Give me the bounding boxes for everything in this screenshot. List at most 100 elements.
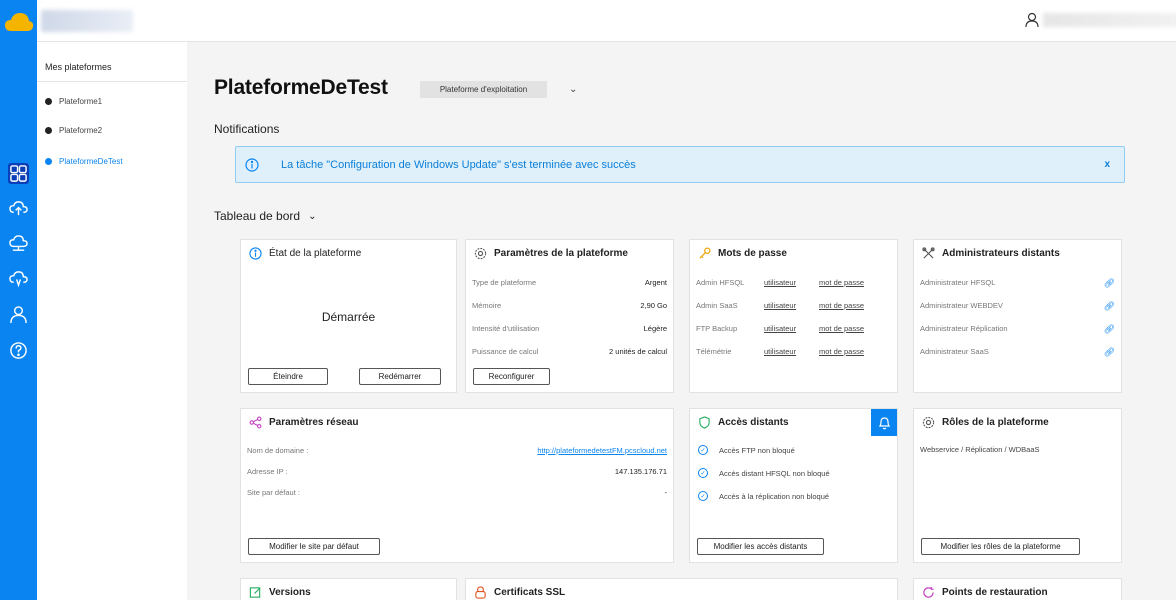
ip-value: 147.135.176.71 [614,467,667,476]
roles-card: Rôles de la plateforme Webservice / Répl… [913,408,1122,563]
network-row: Nom de domaine : http://plateformedetestF… [247,446,667,455]
edit-roles-button[interactable]: Modifier les rôles de la plateforme [921,538,1080,555]
user-link[interactable]: utilisateur [764,347,819,356]
ssl-card: Certificats SSL [465,578,898,600]
password-link[interactable]: mot de passe [819,324,864,333]
dashboard-icon[interactable] [8,163,29,184]
link-icon[interactable]: 🔗︎ [1104,301,1115,312]
sidebar-title: Mes plateformes [45,62,112,72]
admin-label: Administrateur Réplication [920,324,1008,333]
cloud-sync-icon[interactable] [8,268,29,289]
network-label: Site par défaut : [247,488,300,497]
link-icon[interactable]: 🔗︎ [1104,347,1115,358]
card-header: Paramètres réseau [249,416,359,429]
app-rail [0,0,37,600]
cloud-logo-icon[interactable] [4,11,34,33]
page-title: PlateformeDeTest [214,76,388,99]
user-link[interactable]: utilisateur [764,278,819,287]
versions-card: Versions [240,578,457,600]
restart-button[interactable]: Redémarrer [359,368,441,385]
divider [37,81,187,82]
card-header: Accès distants [698,416,789,429]
help-icon[interactable] [8,340,29,361]
network-label: Adresse IP : [247,467,288,476]
admin-row: Administrateur HFSQL 🔗︎ [920,278,1115,289]
card-title: Certificats SSL [494,587,566,598]
param-row: Intensité d'utilisation Légère [472,324,667,333]
passwords-card: Mots de passe Admin HFSQL utilisateur mot … [689,239,898,393]
access-item: ✓ Accès distant HFSQL non bloqué [698,468,830,478]
sidebar-item-label: PlateformeDeTest [59,157,123,166]
card-header: Paramètres de la plateforme [474,247,628,260]
password-label: Admin SaaS [696,301,738,310]
access-label: Accès distant HFSQL non bloqué [719,468,830,478]
card-title: État de la plateforme [269,248,362,259]
gear-icon [922,416,935,429]
edit-remote-access-button[interactable]: Modifier les accès distants [697,538,824,555]
sidebar-item-plateformedetest[interactable]: PlateformeDeTest [45,157,123,166]
param-label: Intensité d'utilisation [472,324,540,333]
domain-link[interactable]: http://plateformedetestFM.pcscloud.net [537,446,667,455]
roles-text: Webservice / Réplication / WDBaaS [920,445,1040,454]
password-link[interactable]: mot de passe [819,301,864,310]
globe-icon [45,158,52,165]
user-link[interactable]: utilisateur [764,301,819,310]
password-row: FTP Backup utilisateur mot de passe [696,324,891,333]
password-row: Admin SaaS utilisateur mot de passe [696,301,891,310]
param-row: Type de plateforme Argent [472,278,667,287]
user-icon[interactable] [8,304,29,325]
link-icon[interactable]: 🔗︎ [1104,324,1115,335]
admin-label: Administrateur SaaS [920,347,989,356]
remote-admins-card: Administrateurs distants Administrateur … [913,239,1122,393]
notification-message: La tâche "Configuration de Windows Updat… [281,159,636,171]
param-value: 2,90 Go [640,301,667,310]
network-card: Paramètres réseau Nom de domaine : http:/… [240,408,674,563]
user-link[interactable]: utilisateur [764,324,819,333]
platform-sidebar: Mes plateformes Plateforme1 Plateforme2 … [37,42,187,600]
network-row: Site par défaut : - [247,488,667,497]
close-icon[interactable]: x [1104,159,1110,170]
link-icon[interactable]: 🔗︎ [1104,278,1115,289]
access-label: Accès à la réplication non bloqué [719,491,830,501]
user-name-redacted [1043,13,1176,27]
sidebar-item-plateforme1[interactable]: Plateforme1 [45,97,102,106]
account-icon[interactable] [1025,12,1039,28]
key-icon [699,247,711,259]
password-link[interactable]: mot de passe [819,347,864,356]
access-item: ✓ Accès FTP non bloqué [698,445,795,455]
param-row: Puissance de calcul 2 unités de calcul [472,347,667,356]
bell-icon[interactable] [871,409,897,436]
check-icon: ✓ [698,491,708,501]
sidebar-item-plateforme2[interactable]: Plateforme2 [45,126,102,135]
stop-button[interactable]: Éteindre [248,368,328,385]
admin-label: Administrateur HFSQL [920,278,996,287]
reconfigure-button[interactable]: Reconfigurer [473,368,550,385]
access-item: ✓ Accès à la réplication non bloqué [698,491,829,501]
restore-points-card: Points de restauration [913,578,1122,600]
edit-default-site-button[interactable]: Modifier le site par défaut [248,538,380,555]
password-label: FTP Backup [696,324,738,333]
chevron-down-icon[interactable]: ⌄ [569,84,577,95]
card-header: Administrateurs distants [922,247,1060,260]
lock-icon [475,586,486,599]
default-site-value: - [664,488,668,497]
admin-row: Administrateur Réplication 🔗︎ [920,324,1115,335]
cloud-network-icon[interactable] [8,234,29,255]
admin-row: Administrateur SaaS 🔗︎ [920,347,1115,358]
chevron-down-icon: ⌄ [308,210,317,222]
password-link[interactable]: mot de passe [819,278,864,287]
access-label: Accès FTP non bloqué [719,445,795,455]
admin-row: Administrateur WEBDEV 🔗︎ [920,301,1115,312]
card-header: Mots de passe [698,247,787,260]
param-label: Type de plateforme [472,278,537,287]
refresh-icon [923,586,934,598]
cloud-upload-icon[interactable] [8,198,29,219]
sidebar-item-label: Plateforme2 [59,126,103,135]
card-title: Versions [269,587,311,598]
password-row: Télémétrie utilisateur mot de passe [696,347,891,356]
check-icon: ✓ [698,468,708,478]
card-title: Points de restauration [942,587,1048,598]
dashboard-toggle[interactable]: Tableau de bord ⌄ [214,209,316,223]
card-title: Mots de passe [718,248,787,259]
notifications-title: Notifications [214,122,280,136]
